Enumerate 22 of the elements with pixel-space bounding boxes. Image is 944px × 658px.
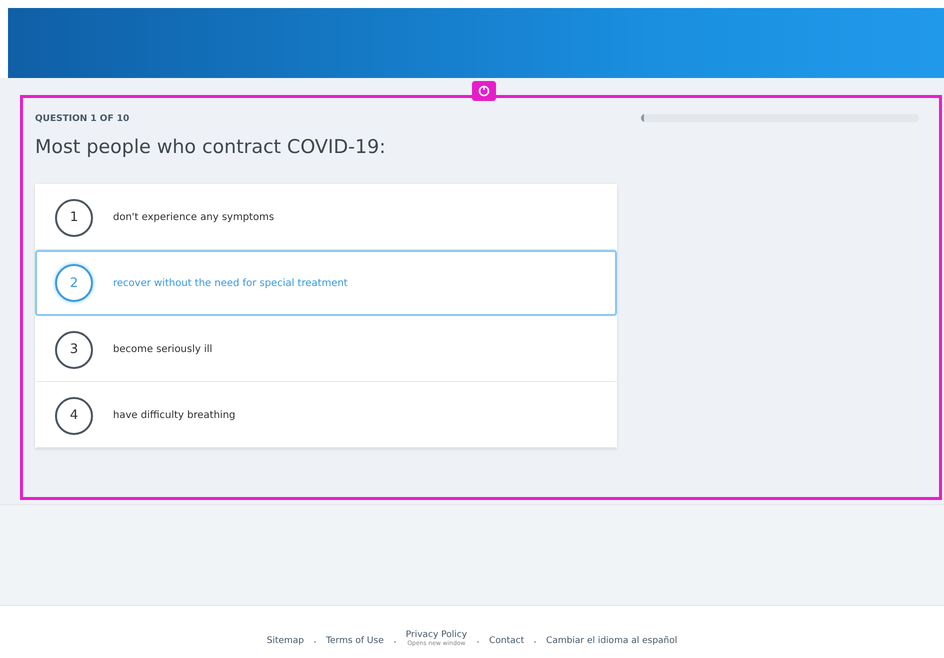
separator-dot-icon bbox=[477, 641, 480, 643]
answer-option[interactable]: 3 become seriously ill bbox=[35, 316, 617, 382]
footer-link[interactable]: Cambiar el idioma al español bbox=[546, 636, 678, 646]
answer-number: 2 bbox=[55, 264, 93, 302]
separator-dot-icon bbox=[534, 641, 536, 643]
footer-link[interactable]: Contact bbox=[489, 636, 524, 646]
footer-link[interactable]: Privacy Policy bbox=[406, 630, 468, 640]
question-text: Most people who contract COVID-19: bbox=[35, 136, 387, 158]
answer-number: 3 bbox=[55, 330, 93, 368]
separator-dot-icon bbox=[394, 641, 396, 643]
answer-option[interactable]: 4 have difficulty breathing bbox=[35, 382, 617, 448]
question-counter: QUESTION 1 OF 10 bbox=[35, 114, 130, 124]
answer-text: don't experience any symptoms bbox=[113, 212, 274, 223]
separator-dot-icon bbox=[314, 641, 316, 643]
answer-number: 1 bbox=[55, 198, 93, 236]
answer-text: recover without the need for special treatment bbox=[113, 278, 348, 288]
answer-text: have difficulty breathing bbox=[113, 410, 236, 421]
answer-option[interactable]: 1 don't experience any symptoms bbox=[35, 184, 617, 250]
answer-number: 4 bbox=[55, 396, 93, 434]
footer-link[interactable]: Terms of Use bbox=[326, 636, 384, 646]
answer-text: become seriously ill bbox=[113, 344, 212, 355]
footer-link[interactable]: Sitemap bbox=[266, 636, 304, 646]
